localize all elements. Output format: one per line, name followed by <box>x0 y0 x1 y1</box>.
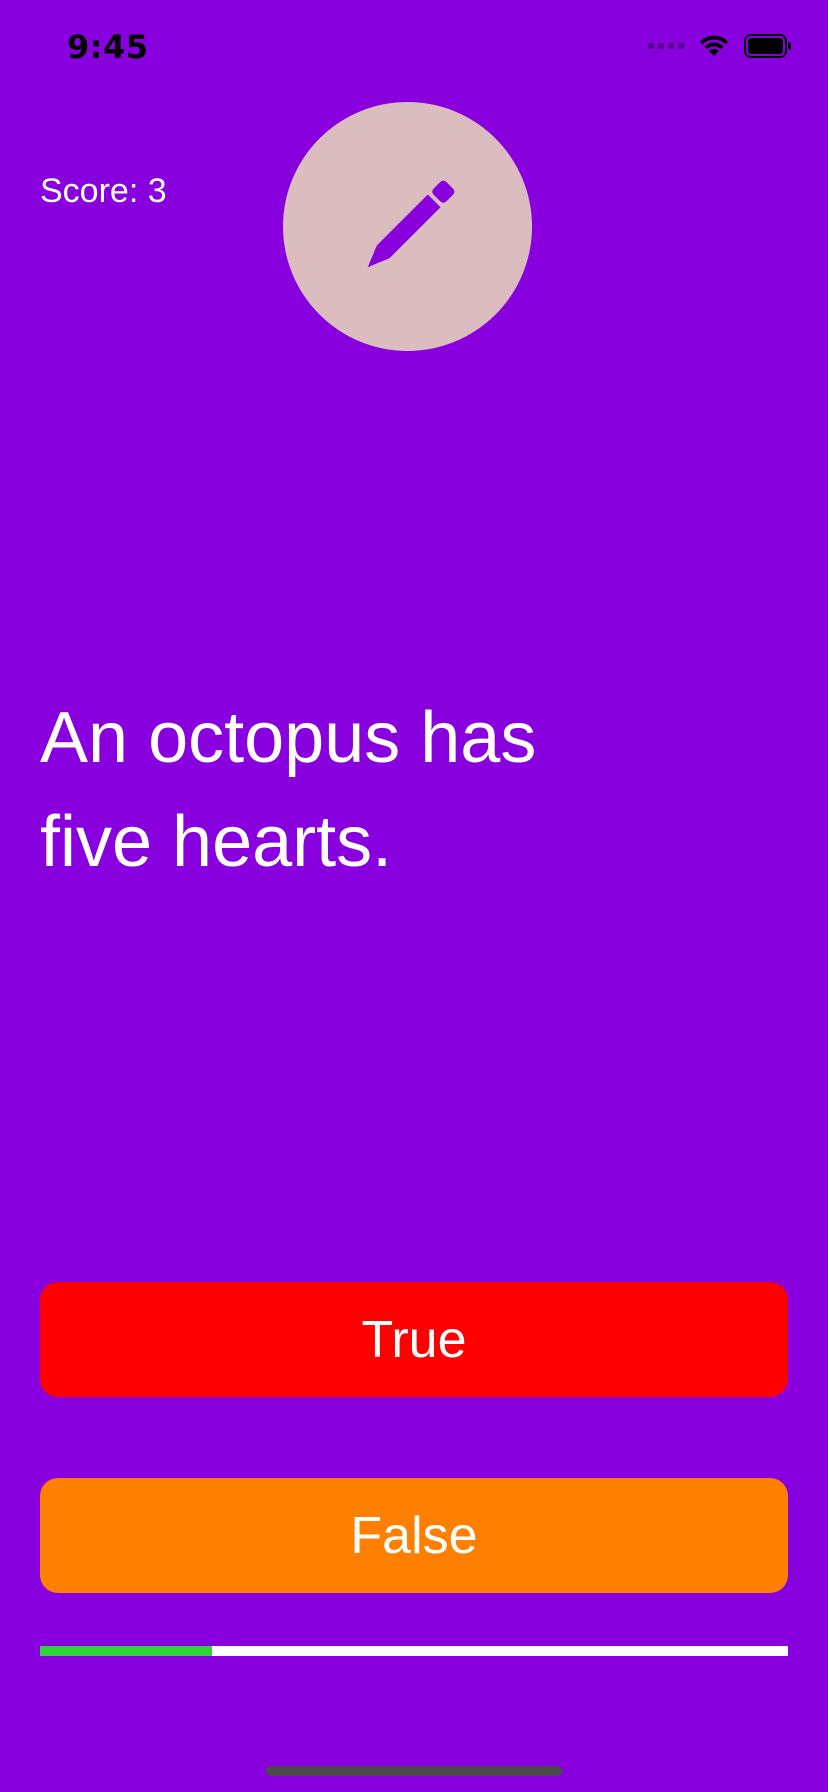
question-text: An octopus has five hearts. <box>40 698 537 882</box>
progress-bar <box>40 1646 788 1656</box>
false-button[interactable]: False <box>40 1478 788 1593</box>
score-label: Score: 3 <box>40 172 167 210</box>
battery-icon <box>744 34 791 58</box>
wifi-icon <box>699 35 729 56</box>
progress-fill <box>40 1646 213 1656</box>
avatar <box>283 102 532 351</box>
pencil-icon <box>367 180 454 267</box>
home-indicator[interactable] <box>266 1766 562 1776</box>
status-icons <box>648 34 792 58</box>
signal-icon <box>648 43 684 49</box>
true-button[interactable]: True <box>40 1282 788 1397</box>
status-time: 9:45 <box>67 28 149 66</box>
